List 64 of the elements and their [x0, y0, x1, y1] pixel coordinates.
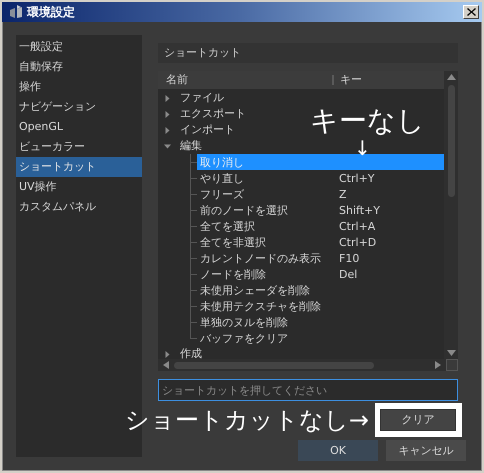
tree-row[interactable]: 単独のヌルを削除: [197, 314, 444, 330]
annotation-text: キーなし: [310, 103, 425, 139]
sidebar-item[interactable]: 操作: [16, 77, 142, 97]
close-button[interactable]: [463, 5, 479, 19]
sidebar-item[interactable]: 自動保存: [16, 57, 142, 77]
section-header: ショートカット: [158, 43, 458, 63]
tree-row[interactable]: 未使用シェーダを削除: [197, 282, 444, 298]
sidebar-item[interactable]: OpenGL: [16, 117, 142, 137]
vertical-scrollbar[interactable]: [444, 71, 458, 359]
tree-item[interactable]: 作成: [180, 347, 202, 359]
row-label: 未使用シェーダを削除: [199, 282, 311, 298]
app-icon: [9, 5, 23, 19]
row-label: ノードを削除: [199, 266, 267, 282]
tree-item[interactable]: 編集: [180, 139, 202, 153]
scroll-down-icon: [446, 349, 456, 357]
tree-item[interactable]: ファイル: [180, 91, 224, 105]
scroll-corner: [446, 359, 458, 371]
clear-button[interactable]: クリア: [380, 408, 456, 430]
row-label: フリーズ: [199, 186, 245, 202]
row-label: 未使用テクスチャを削除: [199, 298, 322, 314]
sidebar-item[interactable]: 一般設定: [16, 37, 142, 57]
shortcut-key: F10: [335, 252, 360, 264]
scroll-up-icon: [446, 73, 456, 81]
window-title: 環境設定: [27, 4, 76, 20]
tree-row[interactable]: 前のノードを選択 Shift+Y: [197, 202, 444, 218]
row-label: カレントノードのみ表示: [199, 250, 322, 266]
tree-item[interactable]: エクスポート: [180, 107, 246, 121]
row-label: バッファをクリア: [199, 330, 289, 346]
cancel-button[interactable]: キャンセル: [386, 440, 466, 461]
shortcut-key: Del: [335, 268, 358, 280]
tree-row[interactable]: やり直し Ctrl+Y: [197, 170, 444, 186]
sidebar-item[interactable]: ビューカラー: [16, 137, 142, 157]
tree-row[interactable]: 全てを非選択 Ctrl+D: [197, 234, 444, 250]
sidebar-item[interactable]: UV操作: [16, 177, 142, 197]
shortcut-key: Ctrl+Y: [335, 172, 375, 184]
column-header[interactable]: 名前: [158, 75, 334, 85]
sidebar-item[interactable]: ナビゲーション: [16, 97, 142, 117]
tree-row[interactable]: 全てを選択 Ctrl+A: [197, 218, 444, 234]
row-label: 単独のヌルを削除: [199, 314, 289, 330]
row-label: やり直し: [199, 170, 245, 186]
shortcut-key: Ctrl+A: [335, 220, 376, 232]
row-label: 全てを選択: [199, 218, 256, 234]
shortcut-key: Ctrl+D: [335, 236, 376, 248]
tree-row[interactable]: カレントノードのみ表示 F10: [197, 250, 444, 266]
shortcut-key: Shift+Y: [335, 204, 380, 216]
scroll-right-icon: [434, 360, 442, 370]
row-label: 全てを非選択: [199, 234, 267, 250]
ok-button[interactable]: OK: [298, 440, 378, 461]
column-header[interactable]: キー: [334, 71, 362, 89]
shortcut-key: Z: [335, 188, 347, 200]
shortcut-field[interactable]: ショートカットを押してください: [158, 379, 458, 401]
tree-row[interactable]: ノードを削除 Del: [197, 266, 444, 282]
sidebar-item[interactable]: ショートカット: [16, 157, 142, 177]
row-label: 前のノードを選択: [199, 202, 289, 218]
horizontal-scrollbar[interactable]: [158, 359, 446, 371]
annotation-text: ショートカットなし→: [124, 404, 369, 436]
tree-row[interactable]: バッファをクリア: [197, 330, 444, 346]
tree-row[interactable]: 未使用テクスチャを削除: [197, 298, 444, 314]
scroll-left-icon: [162, 360, 170, 370]
tree-item[interactable]: インポート: [180, 123, 235, 137]
row-label: 取り消し: [199, 154, 245, 170]
close-icon: [466, 8, 476, 16]
sidebar-item[interactable]: カスタムパネル: [16, 197, 142, 217]
tree-row[interactable]: フリーズ Z: [197, 186, 444, 202]
